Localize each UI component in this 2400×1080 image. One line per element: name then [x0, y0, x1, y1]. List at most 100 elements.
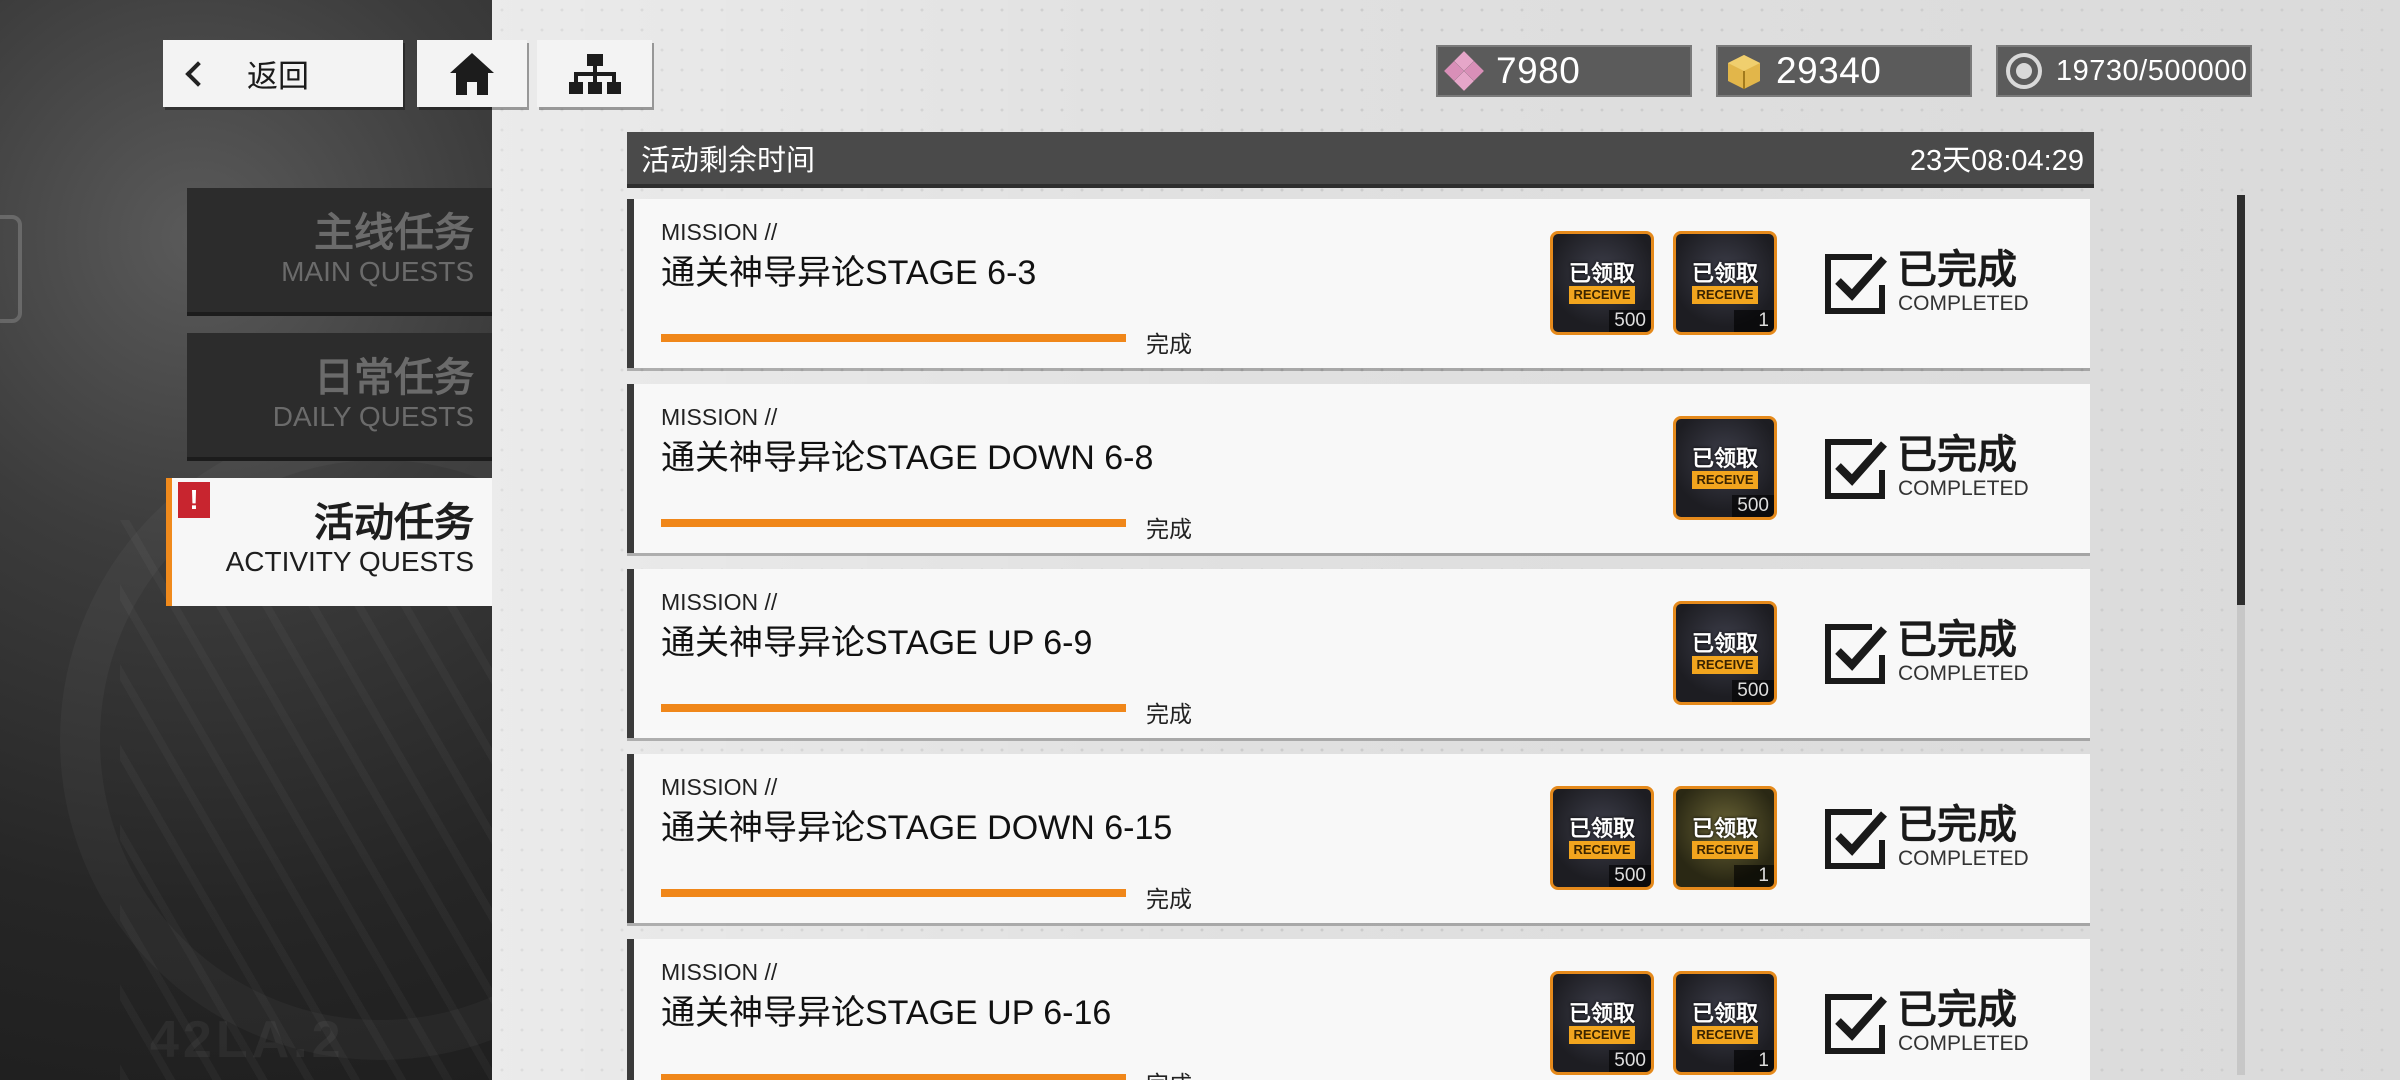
scrollbar-thumb[interactable]	[2237, 195, 2245, 605]
tab-label-en: DAILY QUESTS	[272, 401, 474, 432]
tab-label-en: MAIN QUESTS	[281, 256, 474, 287]
currency-stamina[interactable]: 19730/500000	[1996, 45, 2252, 97]
reward-quantity: 1	[1734, 1050, 1774, 1072]
timer-value: 23天08:04:29	[1909, 145, 2084, 177]
reward-claimed-label: 已领取	[1568, 816, 1635, 841]
reward-item[interactable]: 已领取 RECEIVE 500	[1550, 231, 1654, 335]
completed-label-en: COMPLETED	[1898, 847, 2029, 870]
reward-claimed-label: 已领取	[1568, 261, 1635, 286]
tab-label-cn: 主线任务	[314, 211, 474, 255]
reward-quantity: 500	[1609, 865, 1651, 887]
crystal-count: 7980	[1496, 50, 1581, 91]
tab-main-quests[interactable]: 主线任务 MAIN QUESTS	[187, 188, 492, 316]
reward-item[interactable]: 已领取 RECEIVE 1	[1673, 971, 1777, 1075]
home-button[interactable]	[417, 40, 527, 107]
back-button[interactable]: 返回	[163, 40, 403, 107]
currency-crystal[interactable]: 7980	[1436, 45, 1692, 97]
checkbox-checked-icon	[1825, 809, 1887, 869]
reward-receive-tag: RECEIVE	[1692, 286, 1758, 304]
reward-claimed-label: 已领取	[1691, 1001, 1758, 1026]
completed-label-cn: 已完成	[1897, 988, 2017, 1032]
tab-label-en: ACTIVITY QUESTS	[225, 546, 474, 577]
completed-label-en: COMPLETED	[1898, 1032, 2029, 1055]
reward-item[interactable]: 已领取 RECEIVE 1	[1673, 231, 1777, 335]
gold-box-icon	[1724, 51, 1764, 91]
reward-item[interactable]: 已领取 RECEIVE 500	[1550, 971, 1654, 1075]
progress-bar	[661, 889, 1126, 897]
mission-tag: MISSION //	[661, 589, 778, 615]
chevron-left-icon	[185, 60, 211, 87]
reward-receive-tag: RECEIVE	[1692, 1026, 1758, 1044]
quest-title: 通关神导异论STAGE DOWN 6-15	[661, 809, 1173, 847]
quest-title: 通关神导异论STAGE 6-3	[661, 254, 1037, 292]
quest-title: 通关神导异论STAGE DOWN 6-8	[661, 439, 1154, 477]
progress-fill	[661, 704, 1126, 712]
reward-claimed-label: 已领取	[1691, 446, 1758, 471]
reward-item[interactable]: 已领取 RECEIVE 500	[1673, 416, 1777, 520]
mission-tag: MISSION //	[661, 404, 778, 430]
tab-label-cn: 日常任务	[314, 356, 474, 400]
checkbox-checked-icon	[1825, 254, 1887, 314]
progress-status: 完成	[1146, 331, 1192, 357]
tab-label-cn: 活动任务	[314, 501, 474, 545]
mission-tag: MISSION //	[661, 774, 778, 800]
completed-label-cn: 已完成	[1897, 433, 2017, 477]
home-icon	[450, 52, 494, 95]
quest-title: 通关神导异论STAGE UP 6-16	[661, 994, 1112, 1032]
stamina-count: 19730/500000	[2056, 54, 2248, 87]
reward-receive-tag: RECEIVE	[1692, 471, 1758, 489]
progress-bar	[661, 334, 1126, 342]
alert-badge: !	[178, 482, 210, 518]
reward-claimed-label: 已领取	[1691, 261, 1758, 286]
progress-status: 完成	[1146, 516, 1192, 542]
completed-label-en: COMPLETED	[1898, 292, 2029, 315]
reward-item[interactable]: 已领取 RECEIVE 500	[1550, 786, 1654, 890]
quest-list[interactable]: MISSION //通关神导异论STAGE 6-3 完成 已领取 RECEIVE 500…	[627, 199, 2092, 1080]
reward-item[interactable]: 已领取 RECEIVE 1	[1673, 786, 1777, 890]
completed-status: 已完成 COMPLETED	[1824, 433, 2044, 504]
quest-title: 通关神导异论STAGE UP 6-9	[661, 624, 1093, 662]
checkbox-checked-icon	[1825, 994, 1887, 1054]
completed-status: 已完成 COMPLETED	[1824, 618, 2044, 689]
reward-quantity: 500	[1732, 495, 1774, 517]
progress-status: 完成	[1146, 701, 1192, 727]
reward-item[interactable]: 已领取 RECEIVE 500	[1673, 601, 1777, 705]
hierarchy-icon	[568, 53, 621, 94]
stamina-icon	[2004, 51, 2044, 91]
reward-quantity: 500	[1609, 310, 1651, 332]
hexagon-decoration	[0, 215, 22, 323]
quest-card[interactable]: MISSION // 通关神导异论STAGE UP 6-9 完成 已领取 RECEIVE…	[627, 569, 2090, 738]
progress-fill	[661, 1074, 1126, 1080]
watermark: 42LA.2	[150, 1011, 345, 1069]
reward-claimed-label: 已领取	[1691, 631, 1758, 656]
completed-status: 已完成 COMPLETED	[1824, 248, 2044, 319]
completed-status: 已完成 COMPLETED	[1824, 988, 2044, 1059]
reward-receive-tag: RECEIVE	[1692, 656, 1758, 674]
tab-daily-quests[interactable]: 日常任务 DAILY QUESTS	[187, 333, 492, 461]
completed-status: 已完成 COMPLETED	[1824, 803, 2044, 874]
reward-quantity: 1	[1734, 865, 1774, 887]
completed-label-en: COMPLETED	[1898, 477, 2029, 500]
progress-fill	[661, 519, 1126, 527]
checkbox-checked-icon	[1825, 624, 1887, 684]
currency-gold[interactable]: 29340	[1716, 45, 1972, 97]
gold-count: 29340	[1776, 50, 1882, 91]
completed-label-cn: 已完成	[1897, 248, 2017, 292]
quest-card[interactable]: MISSION // 通关神导异论STAGE DOWN 6-8 完成 已领取 RECEI…	[627, 384, 2090, 553]
quest-card[interactable]: MISSION //通关神导异论STAGE DOWN 6-15 完成 已领取 RECE…	[627, 754, 2090, 923]
reward-receive-tag: RECEIVE	[1569, 286, 1635, 304]
quest-card[interactable]: MISSION //通关神导异论STAGE 6-3 完成 已领取 RECEIVE 500…	[627, 199, 2090, 368]
progress-status: 完成	[1146, 1065, 1192, 1080]
hierarchy-button[interactable]	[537, 40, 652, 107]
progress-bar	[661, 1074, 1126, 1080]
completed-label-en: COMPLETED	[1898, 662, 2029, 685]
reward-claimed-label: 已领取	[1568, 1001, 1635, 1026]
quest-card[interactable]: MISSION //通关神导异论STAGE UP 6-16完成已领取RECEIV…	[627, 939, 2090, 1080]
checkbox-checked-icon	[1825, 439, 1887, 499]
mission-tag: MISSION //	[661, 959, 778, 985]
tab-activity-quests[interactable]: ! 活动任务 ACTIVITY QUESTS	[166, 478, 492, 606]
pink-crystal-icon	[1444, 51, 1484, 91]
completed-label-cn: 已完成	[1897, 618, 2017, 662]
progress-bar	[661, 704, 1126, 712]
reward-receive-tag: RECEIVE	[1569, 1026, 1635, 1044]
